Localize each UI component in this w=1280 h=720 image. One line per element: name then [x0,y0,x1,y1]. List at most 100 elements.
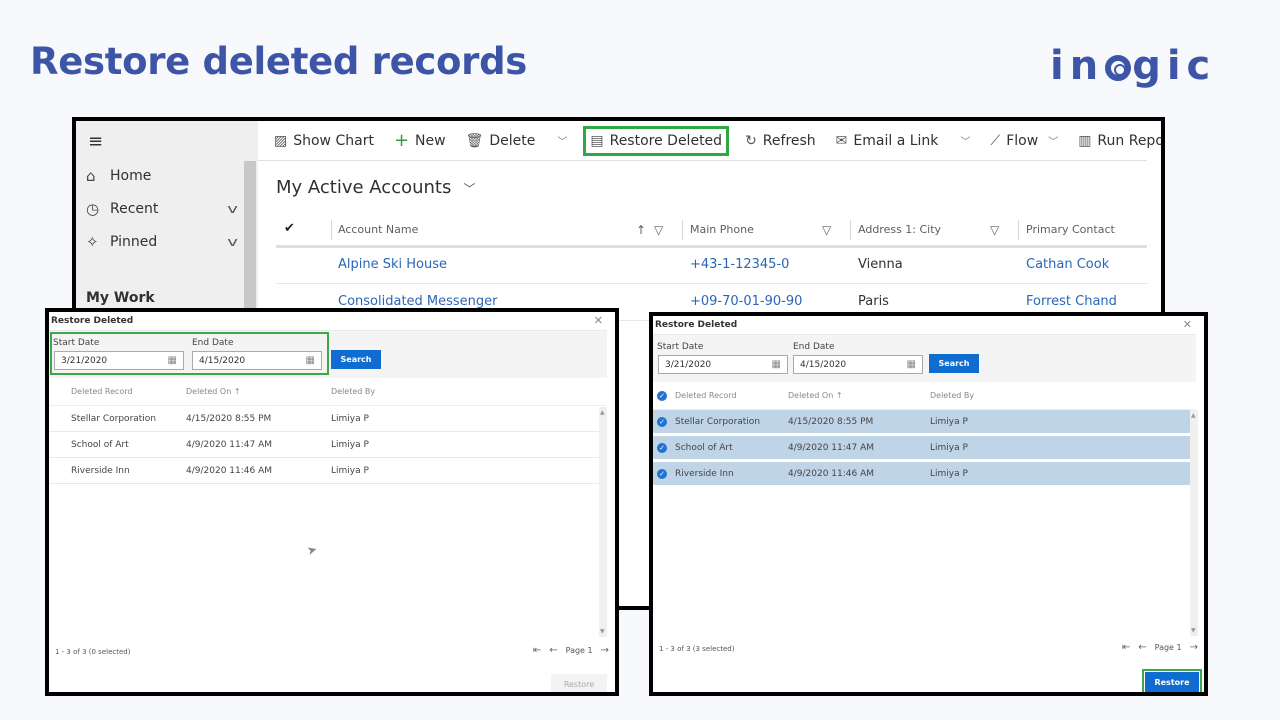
logo-mark-icon [1105,55,1132,81]
search-button[interactable]: Search [331,350,381,369]
deleted-by-cell: Limiya P [930,417,968,427]
divider [682,220,683,240]
contact-link[interactable]: Cathan Cook [1026,257,1109,272]
phone-link[interactable]: +43-1-12345-0 [690,257,789,272]
previous-page-icon[interactable]: ← [549,645,557,656]
scroll-down-icon[interactable]: ▼ [1191,627,1196,634]
end-date-value: 4/15/2020 [800,360,847,370]
deleted-record-cell: Riverside Inn [71,466,130,476]
scroll-up-icon[interactable]: ▲ [600,409,605,416]
view-selector[interactable]: My Active Accounts ﹀ [276,177,475,198]
column-header-deleted-record[interactable]: Deleted Record [71,387,133,396]
first-page-icon[interactable]: ⇤ [533,645,541,656]
account-name-link[interactable]: Consolidated Messenger [338,294,498,309]
row-checkbox[interactable]: ✓ [657,417,667,427]
search-button[interactable]: Search [929,354,979,373]
logo-text-right: gic [1132,43,1217,89]
column-header-main-phone[interactable]: Main Phone [690,223,754,236]
command-bar: ▨ Show Chart + New 🗑︎ Delete ﹀ ▤ Restore Del… [258,121,1161,161]
chevron-down-icon[interactable]: v [227,235,238,249]
column-header-deleted-on[interactable]: Deleted On ↑ [186,387,241,396]
button-label: New [415,132,446,149]
sidebar-item-home[interactable]: ⌂ Home [86,167,236,185]
table-row[interactable]: Alpine Ski House +43-1-12345-0 Vienna Ca… [276,248,1147,284]
contact-link[interactable]: Forrest Chand [1026,294,1117,309]
account-name-link[interactable]: Alpine Ski House [338,257,447,272]
column-header-account-name[interactable]: Account Name [338,223,418,236]
city-cell: Vienna [858,257,903,272]
select-all-checkbox[interactable]: ✔ [284,221,295,236]
email-link-button[interactable]: ✉ Email a Link [832,126,943,156]
email-dropdown-button[interactable]: ﹀ [956,126,974,156]
delete-button[interactable]: 🗑︎ Delete [462,126,540,156]
row-checkbox[interactable]: ✓ [657,469,667,479]
sidebar-item-label: Pinned [110,234,158,250]
scroll-up-icon[interactable]: ▲ [1191,412,1196,419]
restore-button[interactable]: Restore [1145,672,1199,692]
flow-button[interactable]: ⟋ Flow ﹀ [986,126,1062,156]
column-header-deleted-on[interactable]: Deleted On ↑ [788,391,843,400]
restore-icon: ▤ [590,132,604,149]
sidebar-item-recent[interactable]: ◷ Recent v [86,200,238,218]
previous-page-icon[interactable]: ← [1138,642,1146,653]
table-row-selected[interactable]: ✓ Riverside Inn 4/9/2020 11:46 AM Limiya… [653,462,1190,487]
start-date-field[interactable]: 3/21/2020 ▦ [658,355,788,374]
new-button[interactable]: + New [390,126,450,156]
calendar-icon[interactable]: ▦ [772,359,781,370]
delete-dropdown-button[interactable]: ﹀ [553,126,571,156]
refresh-button[interactable]: ↻ Refresh [741,126,820,156]
table-row[interactable]: Stellar Corporation 4/15/2020 8:55 PM Li… [49,407,599,432]
restore-deleted-dialog-unselected: Restore Deleted ✕ Start Date 3/21/2020 ▦… [45,308,619,696]
flow-icon: ⟋ [990,132,1001,149]
column-header-deleted-record[interactable]: Deleted Record [675,391,737,400]
dialog-scrollbar[interactable]: ▲ ▼ [599,407,607,637]
row-checkbox[interactable]: ✓ [657,443,667,453]
next-page-icon[interactable]: → [1190,642,1198,653]
restore-deleted-button[interactable]: ▤ Restore Deleted [583,125,730,156]
button-label: Delete [489,132,536,149]
select-all-checkbox[interactable]: ✓ [657,391,667,401]
column-header-city[interactable]: Address 1: City [858,223,941,236]
dialog-grid-header: ✓ Deleted Record Deleted On ↑ Deleted By [653,382,1196,410]
next-page-icon[interactable]: → [601,645,609,656]
chevron-down-icon: ﹀ [1048,137,1059,148]
filter-icon[interactable]: ▽ [654,223,663,237]
table-row[interactable]: Riverside Inn 4/9/2020 11:46 AM Limiya P [49,459,599,484]
email-icon: ✉ [835,132,848,149]
selection-count: 1 - 3 of 3 (0 selected) [55,648,131,656]
hamburger-icon[interactable]: ≡ [88,131,103,152]
filter-icon[interactable]: ▽ [990,223,999,237]
scroll-down-icon[interactable]: ▼ [600,628,605,635]
plus-icon: + [393,130,410,151]
column-header-deleted-by[interactable]: Deleted By [930,391,974,400]
table-row-selected[interactable]: ✓ School of Art 4/9/2020 11:47 AM Limiya… [653,436,1190,461]
filter-icon[interactable]: ▽ [822,223,831,237]
calendar-icon[interactable]: ▦ [907,359,916,370]
run-report-button[interactable]: ▥Run Report﹀ [1074,126,1161,156]
first-page-icon[interactable]: ⇤ [1122,642,1130,653]
end-date-label: End Date [793,342,835,352]
button-label: Show Chart [293,132,374,149]
table-row-selected[interactable]: ✓ Stellar Corporation 4/15/2020 8:55 PM … [653,410,1190,435]
table-row[interactable]: School of Art 4/9/2020 11:47 AM Limiya P [49,433,599,458]
button-label: Flow [1006,132,1039,149]
column-header-primary-contact[interactable]: Primary Contact [1026,223,1115,236]
close-icon[interactable]: ✕ [594,314,603,327]
page-label: Page 1 [565,646,593,655]
grid-header: ✔ Account Name ↑ ▽ Main Phone ▽ Address … [276,214,1147,248]
deleted-by-cell: Limiya P [930,443,968,453]
dialog-scrollbar[interactable]: ▲ ▼ [1190,410,1198,636]
phone-link[interactable]: +09-70-01-90-90 [690,294,802,309]
column-header-deleted-by[interactable]: Deleted By [331,387,375,396]
deleted-record-cell: Riverside Inn [675,469,734,479]
show-chart-button[interactable]: ▨ Show Chart [270,126,378,156]
end-date-field[interactable]: 4/15/2020 ▦ [793,355,923,374]
restore-button[interactable]: Restore [551,674,607,692]
sidebar-item-pinned[interactable]: ✧ Pinned v [86,233,238,251]
button-label: Restore Deleted [609,132,723,149]
close-icon[interactable]: ✕ [1183,318,1192,331]
sort-ascending-icon[interactable]: ↑ [636,223,646,237]
sidebar-item-label: Home [110,168,152,184]
restore-deleted-dialog-selected: Restore Deleted ✕ Start Date 3/21/2020 ▦… [649,312,1208,696]
chevron-down-icon[interactable]: v [227,202,238,216]
